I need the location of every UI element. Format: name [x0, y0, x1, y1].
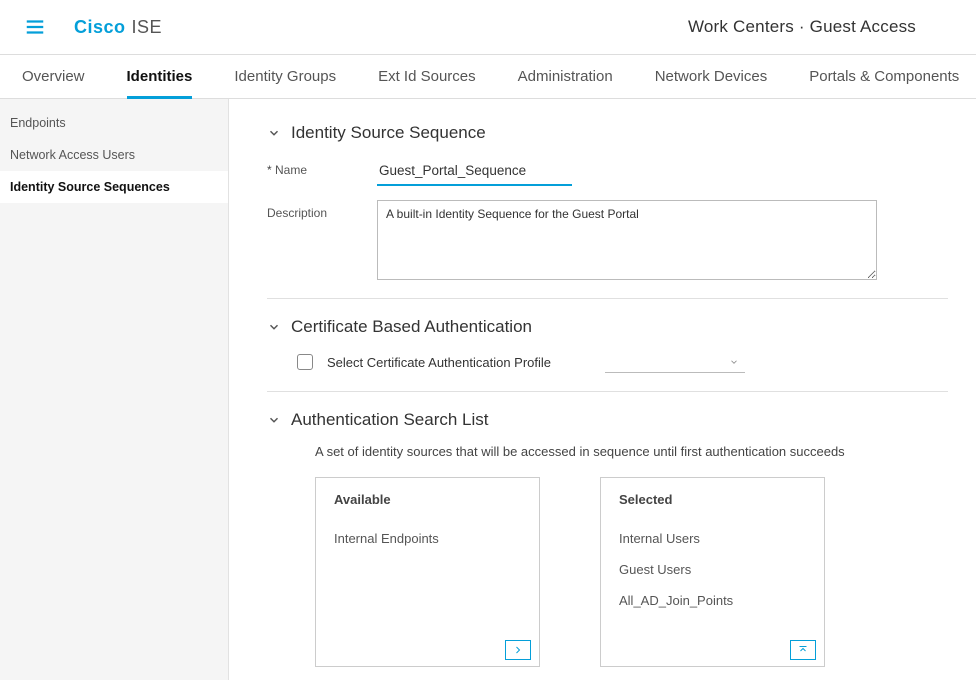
section2-title: Certificate Based Authentication: [291, 317, 532, 337]
nav-tabs: Overview Identities Identity Groups Ext Id …: [0, 55, 976, 99]
description-textarea[interactable]: [377, 200, 877, 280]
tab-identity-groups[interactable]: Identity Groups: [234, 55, 336, 98]
cert-profile-label: Select Certificate Authentication Profil…: [327, 355, 551, 370]
breadcrumb: Work Centers · Guest Access: [688, 17, 916, 37]
divider: [267, 391, 948, 392]
section3-title: Authentication Search List: [291, 410, 489, 430]
chevron-down-icon: [267, 126, 281, 140]
sidebar-item-identity-source-sequences[interactable]: Identity Source Sequences: [0, 171, 228, 203]
main-content: Identity Source Sequence Name Descriptio…: [229, 99, 976, 680]
auth-hint: A set of identity sources that will be a…: [315, 444, 948, 459]
chevron-right-icon: [511, 644, 525, 656]
tab-ext-id-sources[interactable]: Ext Id Sources: [378, 55, 476, 98]
desc-label: Description: [267, 200, 377, 220]
move-top-icon: [796, 644, 810, 656]
list-item[interactable]: Internal Endpoints: [334, 523, 521, 554]
hamburger-icon[interactable]: [24, 16, 46, 38]
available-listbox: Available Internal Endpoints: [315, 477, 540, 667]
tab-portals-components[interactable]: Portals & Components: [809, 55, 959, 98]
cert-profile-dropdown[interactable]: [605, 351, 745, 373]
chevron-down-icon: [267, 413, 281, 427]
sidebar-item-endpoints[interactable]: Endpoints: [0, 107, 228, 139]
sidebar-item-network-access-users[interactable]: Network Access Users: [0, 139, 228, 171]
divider: [267, 298, 948, 299]
list-item[interactable]: Guest Users: [619, 554, 806, 585]
section-auth-search[interactable]: Authentication Search List: [267, 410, 948, 430]
list-item[interactable]: Internal Users: [619, 523, 806, 554]
sidebar: EndpointsNetwork Access UsersIdentity So…: [0, 99, 229, 680]
selected-listbox: Selected Internal UsersGuest UsersAll_AD…: [600, 477, 825, 667]
section-identity-source[interactable]: Identity Source Sequence: [267, 123, 948, 143]
chevron-down-icon: [729, 357, 739, 367]
move-top-button[interactable]: [790, 640, 816, 660]
brand-light: ISE: [132, 17, 163, 37]
brand-logo: Cisco ISE: [74, 17, 162, 38]
tab-network-devices[interactable]: Network Devices: [655, 55, 768, 98]
section1-title: Identity Source Sequence: [291, 123, 486, 143]
tab-administration[interactable]: Administration: [518, 55, 613, 98]
move-right-button[interactable]: [505, 640, 531, 660]
name-input[interactable]: [377, 157, 572, 186]
name-label: Name: [267, 157, 377, 177]
selected-heading: Selected: [619, 492, 806, 507]
list-item[interactable]: All_AD_Join_Points: [619, 585, 806, 616]
section-cert-auth[interactable]: Certificate Based Authentication: [267, 317, 948, 337]
tab-overview[interactable]: Overview: [22, 55, 85, 98]
available-heading: Available: [334, 492, 521, 507]
chevron-down-icon: [267, 320, 281, 334]
brand-bold: Cisco: [74, 17, 126, 37]
cert-profile-checkbox[interactable]: [297, 354, 313, 370]
tab-identities[interactable]: Identities: [127, 55, 193, 98]
